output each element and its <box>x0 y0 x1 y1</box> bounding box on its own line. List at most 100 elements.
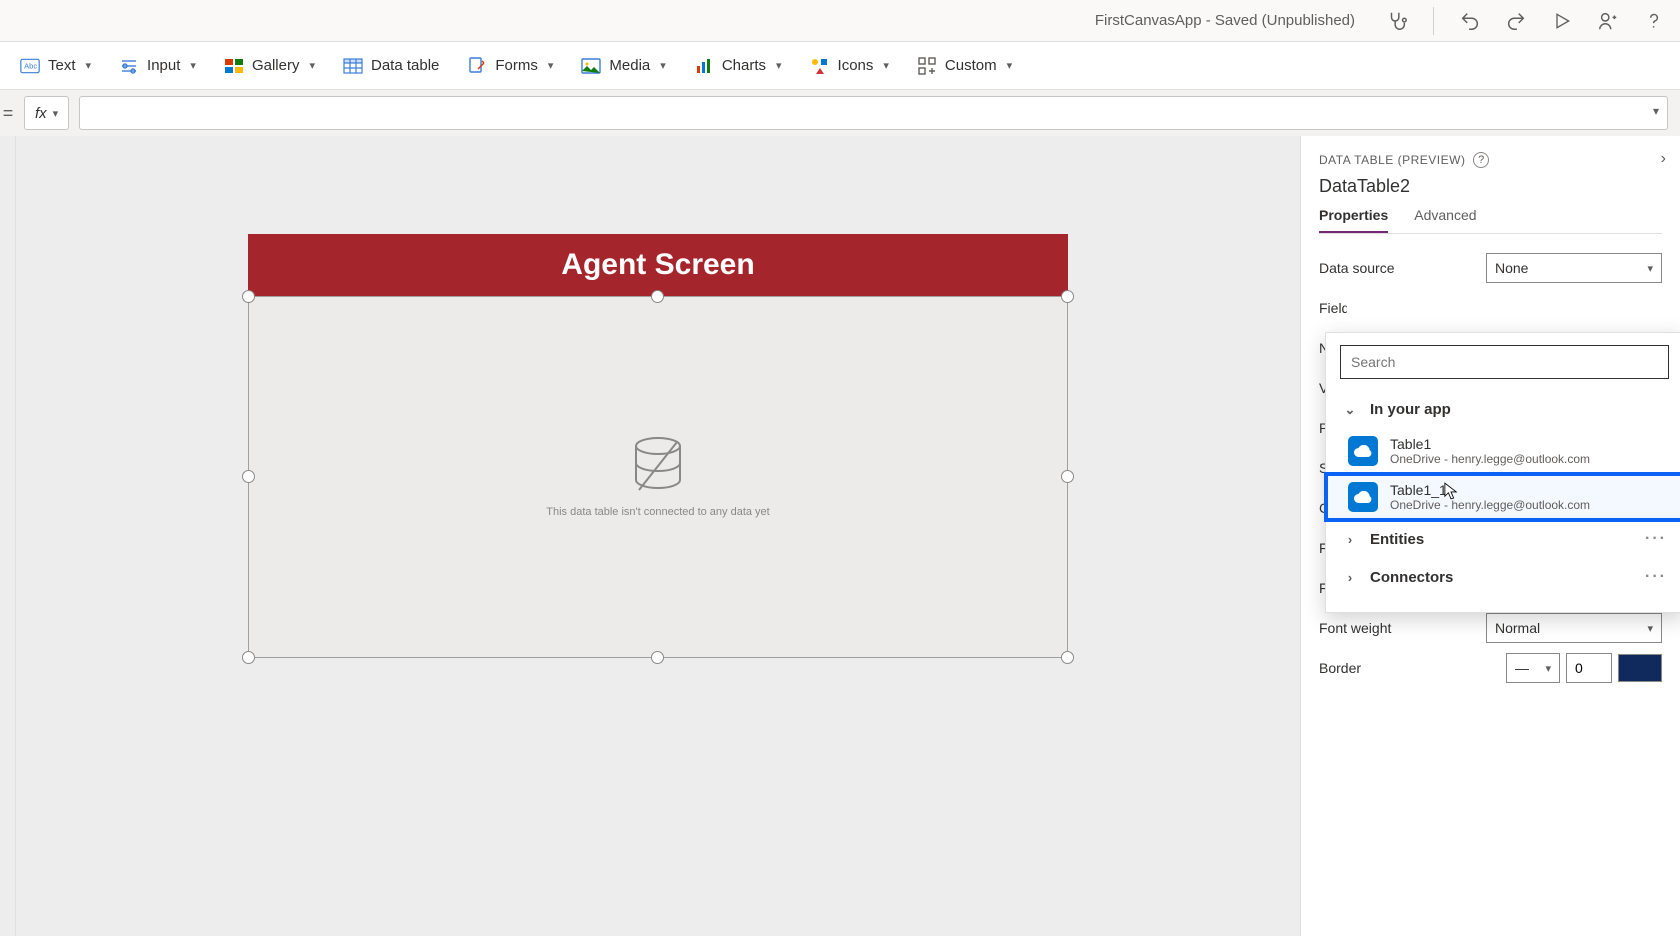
ribbon-icons[interactable]: Icons ▾ <box>810 56 889 76</box>
data-source-value: None <box>1495 260 1528 276</box>
chevron-down-icon: ⌄ <box>1342 402 1358 418</box>
ribbon-charts[interactable]: Charts ▾ <box>694 56 782 76</box>
border-width-input[interactable] <box>1566 653 1612 683</box>
resize-handle[interactable] <box>242 290 255 303</box>
ribbon-custom-label: Custom <box>945 57 997 74</box>
custom-icon <box>917 56 937 76</box>
resize-handle[interactable] <box>651 651 664 664</box>
svg-text:Abc: Abc <box>24 61 37 70</box>
chevron-down-icon: ▾ <box>1647 622 1653 635</box>
ribbon-forms-label: Forms <box>495 57 538 74</box>
group-connectors[interactable]: › Connectors ··· <box>1326 558 1680 596</box>
chevron-down-icon: ▾ <box>883 59 889 72</box>
search-input[interactable] <box>1340 345 1669 379</box>
screen-header: Agent Screen <box>248 234 1068 296</box>
onedrive-icon <box>1348 482 1378 512</box>
ribbon-text-label: Text <box>48 57 76 74</box>
ribbon-forms[interactable]: Forms▾ <box>467 56 553 76</box>
resize-handle[interactable] <box>1061 651 1074 664</box>
ribbon-charts-label: Charts <box>722 57 766 74</box>
chevron-down-icon: ▾ <box>1545 662 1551 675</box>
left-gutter <box>0 136 16 936</box>
ribbon-gallery[interactable]: Gallery ▾ <box>224 56 315 76</box>
properties-panel: DATA TABLE (PREVIEW) ? › DataTable2 Prop… <box>1300 136 1680 936</box>
prop-label-border: Border <box>1319 660 1361 676</box>
ribbon-gallery-label: Gallery <box>252 57 300 74</box>
resize-handle[interactable] <box>1061 470 1074 483</box>
chevron-down-icon: ▾ <box>309 59 315 72</box>
more-icon[interactable]: ··· <box>1645 568 1667 586</box>
chevron-down-icon: ▾ <box>1007 59 1013 72</box>
title-bar: FirstCanvasApp - Saved (Unpublished) <box>0 0 1680 42</box>
play-icon[interactable] <box>1548 7 1576 35</box>
chevron-right-icon[interactable]: › <box>1661 150 1666 168</box>
group-in-your-app[interactable]: ⌄ In your app <box>1326 391 1680 428</box>
ribbon-media-label: Media <box>609 57 650 74</box>
icons-icon <box>810 56 830 76</box>
more-icon[interactable]: ··· <box>1645 530 1667 548</box>
resize-handle[interactable] <box>242 470 255 483</box>
ds-name: Table1 <box>1390 436 1590 452</box>
group-label: Connectors <box>1370 569 1453 586</box>
undo-icon[interactable] <box>1456 7 1484 35</box>
redo-icon[interactable] <box>1502 7 1530 35</box>
ds-sub: OneDrive - henry.legge@outlook.com <box>1390 452 1590 466</box>
prop-label-fields: Fields <box>1319 300 1347 316</box>
empty-message: This data table isn't connected to any d… <box>546 506 769 518</box>
chevron-down-icon: ▾ <box>53 107 59 120</box>
stethoscope-icon[interactable] <box>1383 7 1411 35</box>
resize-handle[interactable] <box>242 651 255 664</box>
chevron-right-icon: › <box>1342 532 1358 547</box>
control-name: DataTable2 <box>1319 176 1662 197</box>
canvas-area[interactable]: Agent Screen This dat <box>16 136 1300 936</box>
chevron-down-icon: ▾ <box>660 59 666 72</box>
tab-advanced[interactable]: Advanced <box>1414 207 1476 233</box>
fx-label: fx <box>35 105 47 122</box>
font-weight-dropdown[interactable]: Normal ▾ <box>1486 613 1662 643</box>
ribbon-media[interactable]: Media ▾ <box>581 56 665 76</box>
border-style-dropdown[interactable]: —▾ <box>1506 653 1560 683</box>
group-label: In your app <box>1370 401 1451 418</box>
chevron-down-icon: ▾ <box>86 59 92 72</box>
gallery-icon <box>224 56 244 76</box>
datatable-icon <box>343 56 363 76</box>
fx-dropdown[interactable]: fx ▾ <box>24 96 69 130</box>
insert-ribbon: Abc Text ▾ Input▾ Gallery ▾ Data table For… <box>0 42 1680 90</box>
ribbon-icons-label: Icons <box>838 57 874 74</box>
group-entities[interactable]: › Entities ··· <box>1326 520 1680 558</box>
chevron-right-icon: › <box>1342 570 1358 585</box>
text-icon: Abc <box>20 56 40 76</box>
resize-handle[interactable] <box>651 290 664 303</box>
equals-label: = <box>0 103 14 124</box>
panel-title: DATA TABLE (PREVIEW) <box>1319 153 1465 167</box>
share-icon[interactable] <box>1594 7 1622 35</box>
ribbon-text[interactable]: Abc Text ▾ <box>20 56 91 76</box>
onedrive-icon <box>1348 436 1378 466</box>
help-icon[interactable]: ? <box>1473 152 1489 168</box>
data-source-flyout: ⌄ In your app Table1 OneDrive - henry.le… <box>1325 332 1680 613</box>
ds-name: Table1_1 <box>1390 482 1590 498</box>
resize-handle[interactable] <box>1061 290 1074 303</box>
chevron-down-icon: ▾ <box>190 59 196 72</box>
chevron-down-icon[interactable]: ▾ <box>1653 104 1659 118</box>
border-color-swatch[interactable] <box>1618 654 1662 682</box>
prop-label-fontweight: Font weight <box>1319 620 1391 636</box>
data-source-item[interactable]: Table1 OneDrive - henry.legge@outlook.co… <box>1326 428 1680 474</box>
prop-label-datasource: Data source <box>1319 260 1394 276</box>
help-icon[interactable] <box>1640 7 1668 35</box>
chevron-down-icon: ▾ <box>776 59 782 72</box>
media-icon <box>581 56 601 76</box>
forms-icon <box>467 56 487 76</box>
tab-properties[interactable]: Properties <box>1319 207 1388 233</box>
formula-input[interactable]: ▾ <box>79 96 1668 130</box>
database-icon <box>631 436 685 496</box>
ribbon-input[interactable]: Input▾ <box>119 56 196 76</box>
data-table-control[interactable]: This data table isn't connected to any d… <box>248 296 1068 658</box>
ribbon-custom[interactable]: Custom ▾ <box>917 56 1012 76</box>
group-label: Entities <box>1370 531 1424 548</box>
ribbon-datatable[interactable]: Data table <box>343 56 439 76</box>
data-source-item[interactable]: Table1_1 OneDrive - henry.legge@outlook.… <box>1326 474 1680 520</box>
formula-bar: = fx ▾ ▾ <box>0 90 1680 136</box>
ribbon-datatable-label: Data table <box>371 57 439 74</box>
data-source-dropdown[interactable]: None ▾ <box>1486 253 1662 283</box>
